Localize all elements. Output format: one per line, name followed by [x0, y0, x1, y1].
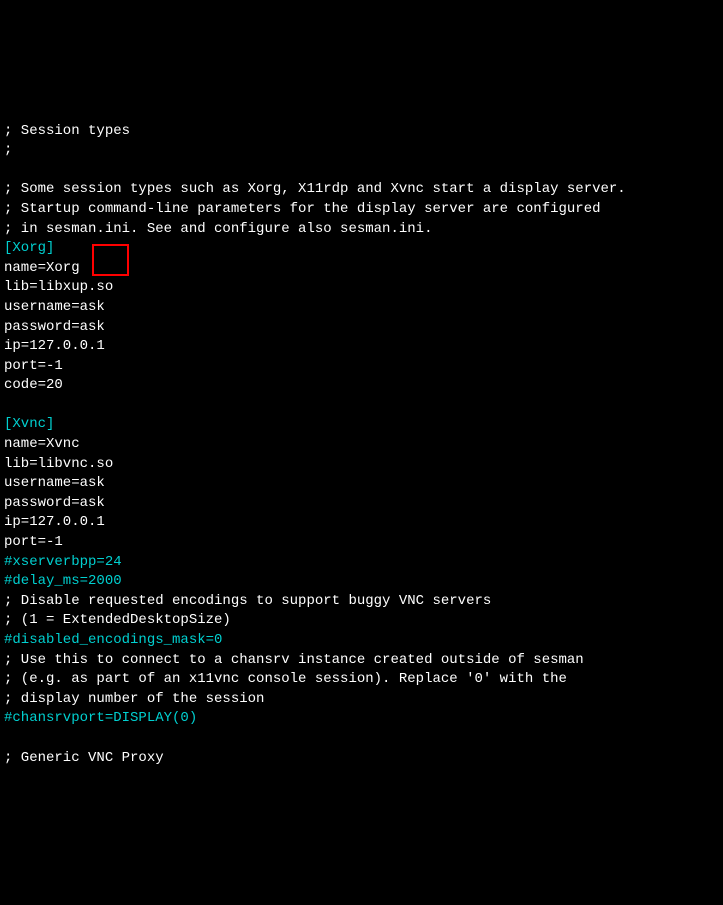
- config-file-lines: ; Session types; ; Some session types su…: [4, 122, 719, 769]
- config-line: #chansrvport=DISPLAY(0): [4, 709, 719, 729]
- config-line: ; Generic VNC Proxy: [4, 749, 719, 769]
- config-line: ; (1 = ExtendedDesktopSize): [4, 611, 719, 631]
- config-line: ip=127.0.0.1: [4, 337, 719, 357]
- config-line: username=ask: [4, 298, 719, 318]
- terminal-content: ; Session types; ; Some session types su…: [4, 82, 719, 807]
- config-line: port=-1: [4, 357, 719, 377]
- config-line: [4, 396, 719, 416]
- config-line: password=ask: [4, 318, 719, 338]
- config-line: ; Session types: [4, 122, 719, 142]
- config-line: ; in sesman.ini. See and configure also …: [4, 220, 719, 240]
- config-line: [Xorg]: [4, 239, 719, 259]
- config-line: ip=127.0.0.1: [4, 513, 719, 533]
- config-line: ; Use this to connect to a chansrv insta…: [4, 651, 719, 671]
- config-line: #xserverbpp=24: [4, 553, 719, 573]
- config-line: [4, 161, 719, 181]
- config-line: [Xvnc]: [4, 415, 719, 435]
- config-line: code=20: [4, 376, 719, 396]
- config-line: lib=libvnc.so: [4, 455, 719, 475]
- config-line: [4, 729, 719, 749]
- config-line: port=-1: [4, 533, 719, 553]
- config-line: #delay_ms=2000: [4, 572, 719, 592]
- config-line: lib=libxup.so: [4, 278, 719, 298]
- config-line: password=ask: [4, 494, 719, 514]
- config-line: ;: [4, 141, 719, 161]
- config-line: ; display number of the session: [4, 690, 719, 710]
- config-line: #disabled_encodings_mask=0: [4, 631, 719, 651]
- config-line: ; Startup command-line parameters for th…: [4, 200, 719, 220]
- config-line: name=Xvnc: [4, 435, 719, 455]
- config-line: ; Some session types such as Xorg, X11rd…: [4, 180, 719, 200]
- config-line: username=ask: [4, 474, 719, 494]
- config-line: name=Xorg: [4, 259, 719, 279]
- config-line: ; (e.g. as part of an x11vnc console ses…: [4, 670, 719, 690]
- config-line: ; Disable requested encodings to support…: [4, 592, 719, 612]
